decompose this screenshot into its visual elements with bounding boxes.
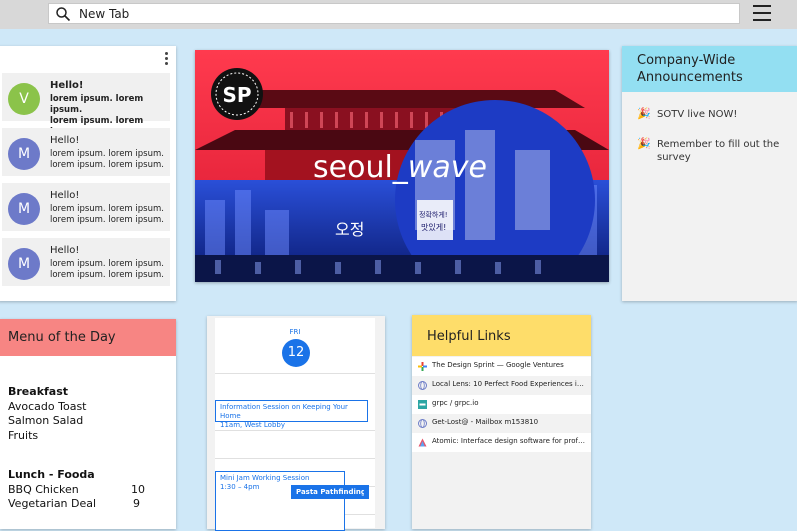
message-body: lorem ipsum. lorem ipsum. lorem ipsum. lo… [50, 204, 164, 225]
hamburger-menu-icon[interactable] [753, 5, 771, 23]
avatar: M [8, 138, 40, 170]
banner-image: 오정 정확하게! 맛있게! SP seoul_wave [195, 50, 609, 282]
seoul-wave-banner[interactable]: 오정 정확하게! 맛있게! SP seoul_wave [195, 50, 609, 282]
browser-toolbar: New Tab [0, 0, 797, 29]
menu-item-count: 9 [133, 497, 140, 510]
svg-text:SP: SP [222, 83, 251, 107]
links-title: Helpful Links [427, 329, 511, 344]
more-options-icon[interactable] [165, 52, 169, 67]
calendar-date[interactable]: 12 [282, 339, 310, 367]
party-popper-icon: 🎉 [637, 107, 651, 120]
message-body: lorem ipsum. lorem ipsum. lorem ipsum. lo… [50, 259, 164, 280]
menu-widget: Menu of the Day Breakfast Avocado Toast … [0, 319, 176, 529]
message-item[interactable]: V Hello! lorem ipsum. lorem ipsum. lorem … [2, 73, 170, 137]
announcements-title: Company-Wide Announcements [637, 53, 743, 85]
calendar-event[interactable]: Pasta Pathfinding Mi [291, 485, 369, 499]
calendar-event[interactable]: Mini Jam Working Session 1:30 – 4pm [215, 471, 345, 531]
avatar: M [8, 193, 40, 225]
links-header: Helpful Links [412, 315, 591, 356]
grpc-icon [418, 400, 427, 409]
link-item[interactable]: grpc / grpc.io [412, 395, 591, 414]
svg-text:맛있게!: 맛있게! [421, 222, 446, 232]
announcements-header: Company-Wide Announcements [622, 46, 797, 92]
calendar-weekday: FRI [289, 328, 301, 336]
svg-text:정확하게!: 정확하게! [419, 210, 448, 219]
address-bar-text: New Tab [79, 7, 130, 21]
menu-item-count: 10 [131, 483, 145, 496]
hour-divider [215, 430, 375, 431]
menu-title: Menu of the Day [8, 330, 116, 345]
calendar-day-view: FRI 12 Information Session on Keeping Yo… [215, 318, 375, 531]
calendar-widget: FRI 12 Information Session on Keeping Yo… [207, 316, 385, 531]
breakfast-heading: Breakfast [8, 385, 69, 398]
message-title: Hello! [50, 80, 84, 91]
menu-item: Salmon Salad [8, 414, 84, 427]
avatar: M [8, 248, 40, 280]
messages-widget: V Hello! lorem ipsum. lorem ipsum. lorem … [0, 46, 176, 301]
avatar: V [8, 83, 40, 115]
banner-title: seoul_wave [313, 150, 487, 185]
search-icon [56, 7, 71, 22]
menu-header: Menu of the Day [0, 319, 176, 356]
message-title: Hello! [50, 135, 80, 146]
hour-divider [215, 458, 375, 459]
message-item[interactable]: M Hello! lorem ipsum. lorem ipsum. lorem … [2, 128, 170, 176]
globe-icon [418, 381, 427, 390]
message-body: lorem ipsum. lorem ipsum. lorem ipsum. lo… [50, 149, 164, 170]
link-item[interactable]: Atomic: Interface design software for pr… [412, 433, 591, 452]
party-popper-icon: 🎉 [637, 137, 651, 150]
message-item[interactable]: M Hello! lorem ipsum. lorem ipsum. lorem … [2, 183, 170, 231]
google-plus-icon [418, 362, 427, 371]
menu-item: Fruits [8, 429, 39, 442]
link-item[interactable]: Get-Lost@ - Mailbox m153810 [412, 414, 591, 433]
helpful-links-widget: Helpful Links The Design Sprint — Google… [412, 315, 591, 529]
svg-text:오정: 오정 [335, 220, 364, 239]
lunch-heading: Lunch - Fooda [8, 468, 95, 481]
address-bar[interactable]: New Tab [48, 3, 740, 24]
message-item[interactable]: M Hello! lorem ipsum. lorem ipsum. lorem … [2, 238, 170, 286]
atomic-icon [418, 438, 427, 447]
menu-item: BBQ Chicken [8, 483, 79, 496]
link-item[interactable]: Local Lens: 10 Perfect Food Experiences … [412, 376, 591, 395]
announcements-widget: Company-Wide Announcements 🎉 SOTV live NO… [622, 46, 797, 301]
globe-icon [418, 419, 427, 428]
hour-divider [215, 373, 375, 374]
link-item[interactable]: The Design Sprint — Google Ventures [412, 357, 591, 376]
message-title: Hello! [50, 245, 80, 256]
sp-logo: SP [211, 68, 263, 120]
calendar-event[interactable]: Information Session on Keeping Your Home… [215, 400, 368, 429]
menu-item: Vegetarian Deal [8, 497, 97, 510]
menu-item: Avocado Toast [8, 400, 87, 413]
message-title: Hello! [50, 190, 80, 201]
